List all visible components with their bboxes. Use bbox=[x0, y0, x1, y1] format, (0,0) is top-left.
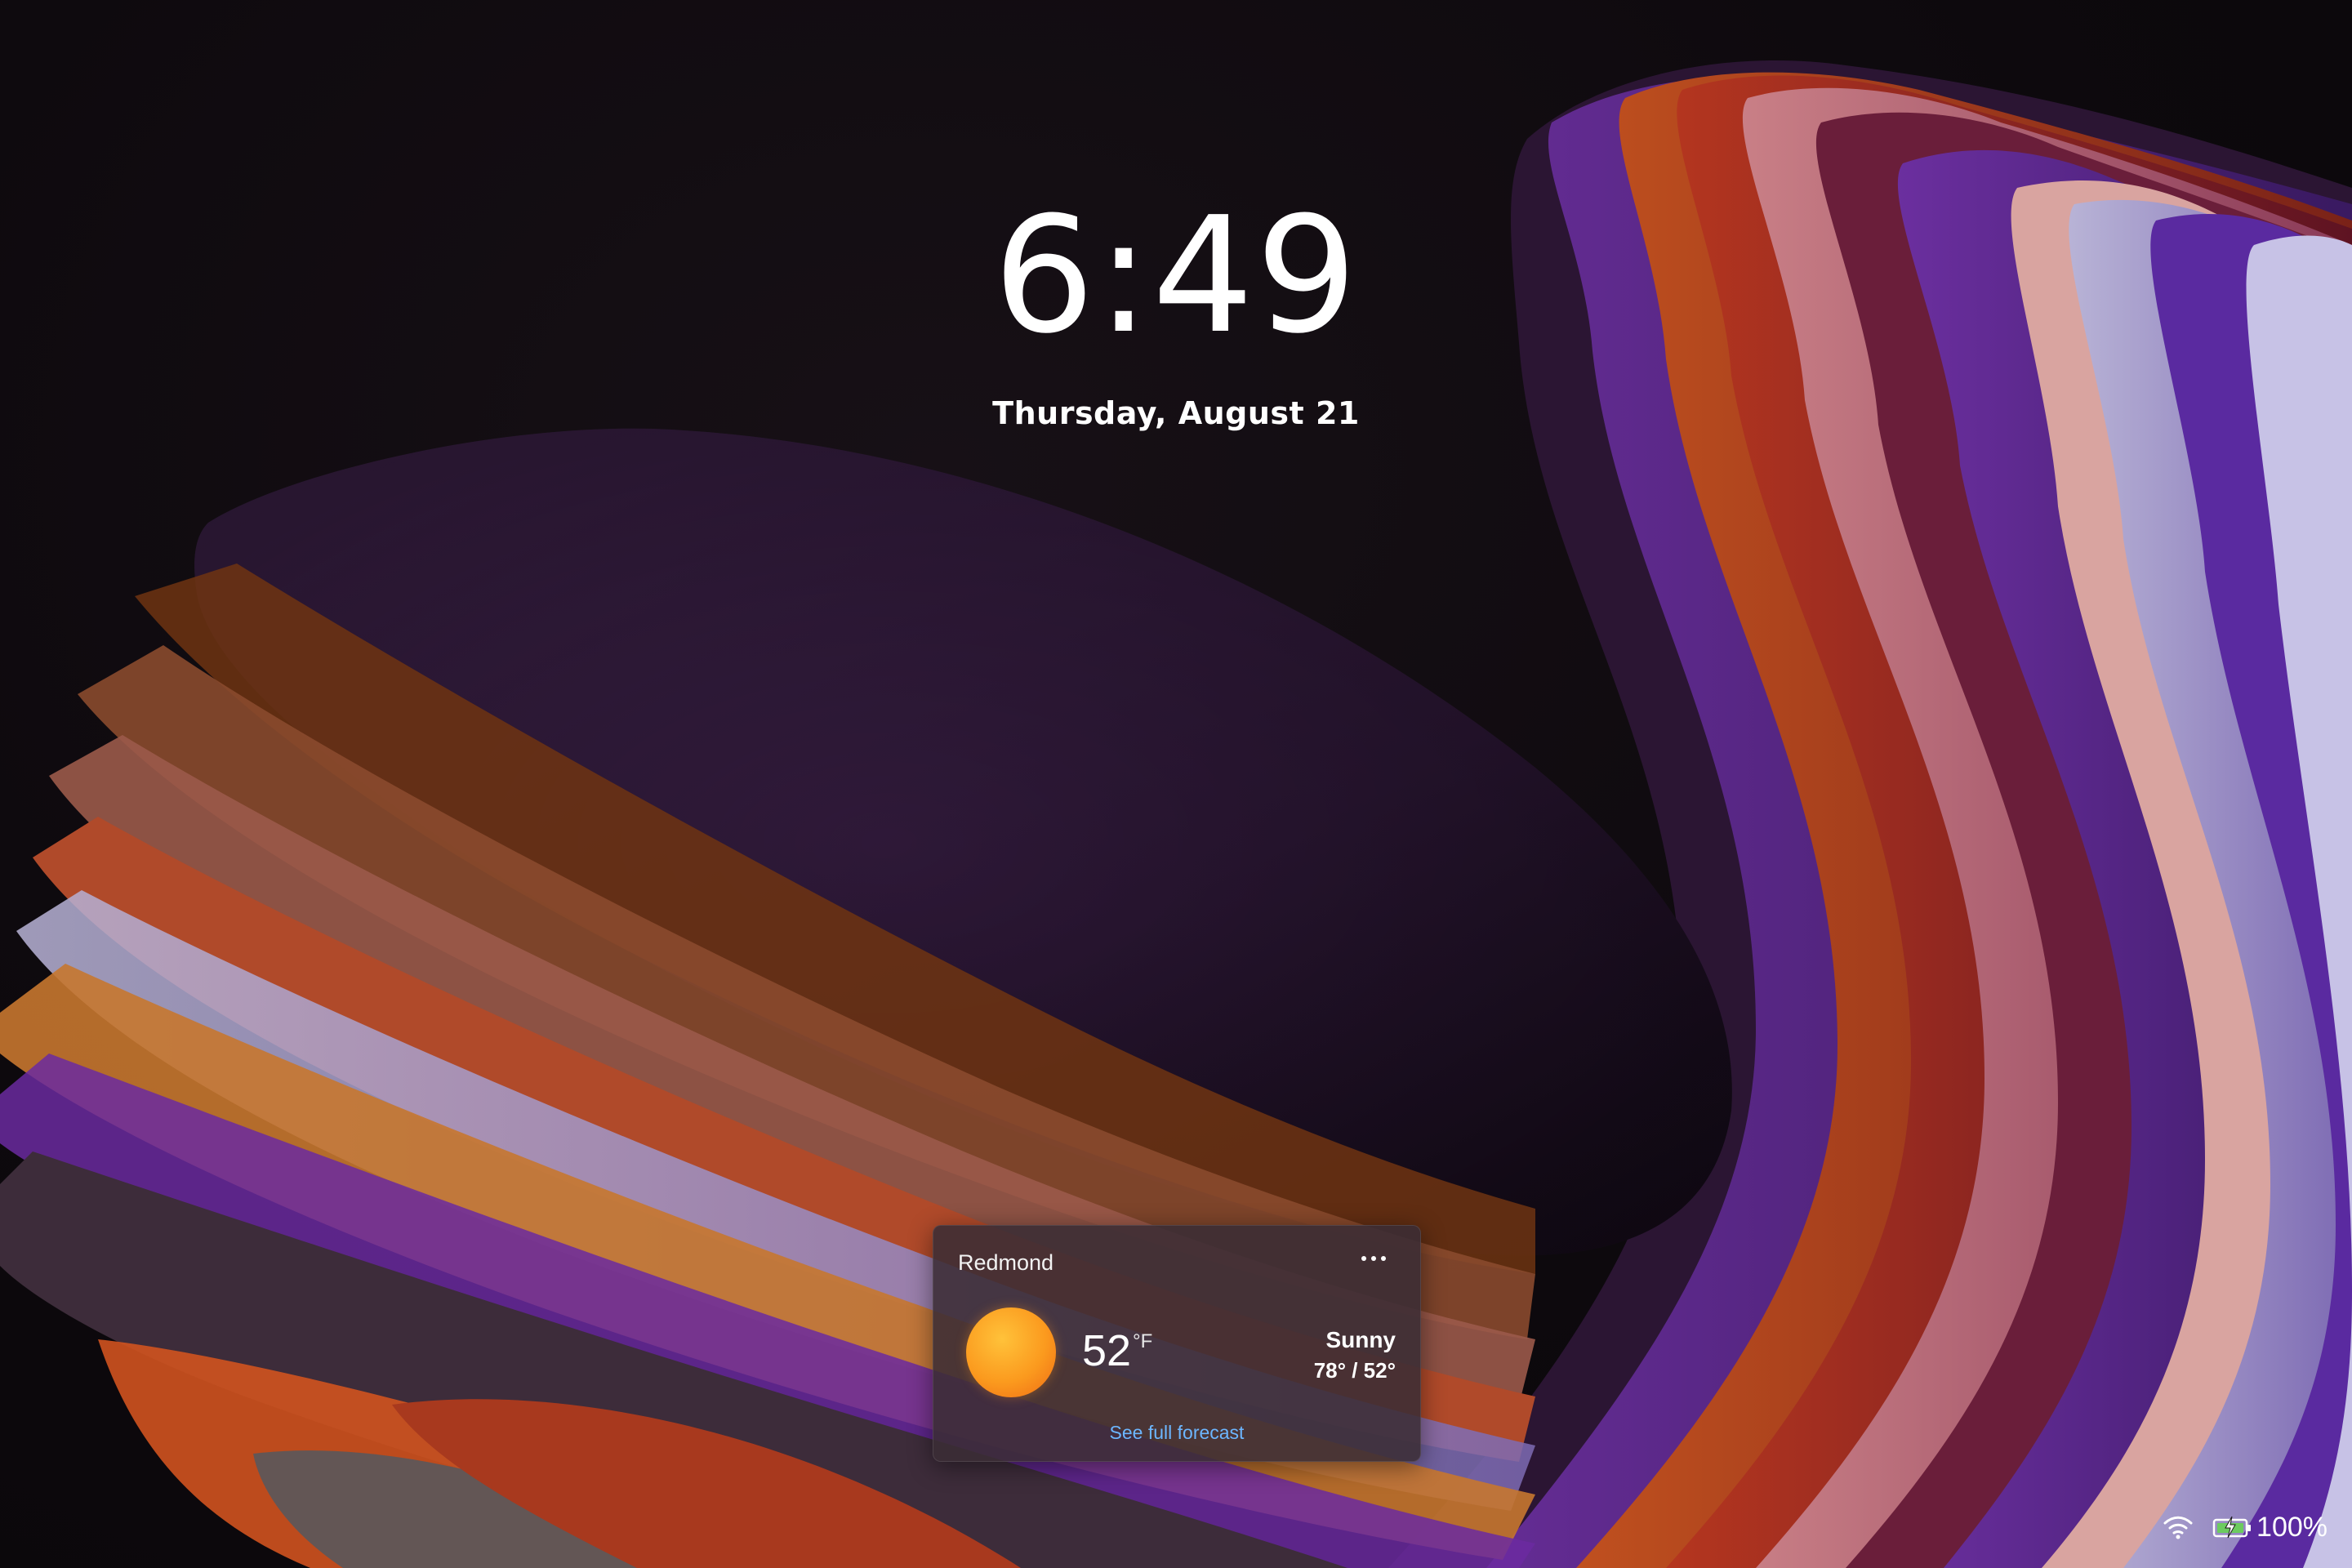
sun-icon bbox=[966, 1307, 1056, 1397]
more-horizontal-icon[interactable] bbox=[1352, 1242, 1396, 1275]
lock-screen[interactable]: 6:49 Thursday, August 21 Redmond 52 °F S… bbox=[0, 0, 2352, 1568]
see-full-forecast-link[interactable]: See full forecast bbox=[933, 1422, 1420, 1444]
lock-clock: 6:49 bbox=[992, 183, 1360, 369]
status-area: 100% bbox=[2162, 1508, 2328, 1547]
battery-percent: 100% bbox=[2256, 1511, 2328, 1543]
weather-unit: °F bbox=[1133, 1330, 1153, 1352]
wifi-icon[interactable] bbox=[2162, 1513, 2194, 1541]
weather-location: Redmond bbox=[958, 1250, 1054, 1275]
weather-condition: Sunny bbox=[1325, 1327, 1396, 1352]
weather-temperature: 52 bbox=[1082, 1326, 1132, 1375]
battery-charging-icon[interactable] bbox=[2212, 1515, 2253, 1539]
weather-widget[interactable]: Redmond 52 °F Sunny 78° / 52° See full f… bbox=[933, 1225, 1421, 1462]
weather-high-low: 78° / 52° bbox=[1313, 1358, 1396, 1383]
lock-date: Thursday, August 21 bbox=[992, 395, 1360, 431]
